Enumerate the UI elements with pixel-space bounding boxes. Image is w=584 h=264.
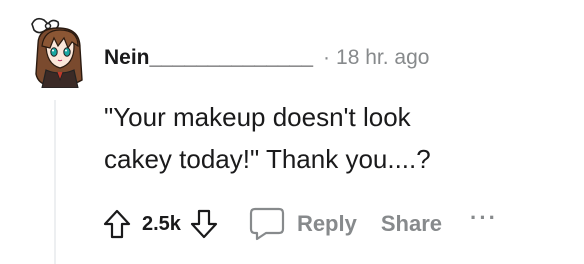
thread-line: [54, 100, 56, 264]
downvote-arrow-icon[interactable]: [187, 207, 221, 241]
reply-label: Reply: [296, 211, 357, 236]
timestamp[interactable]: 18 hr. ago: [336, 46, 429, 70]
meta-separator: ·: [323, 46, 331, 69]
avatar-anime-girl-icon: [31, 17, 83, 89]
comment-actions: 2.5k Reply Share ···: [100, 202, 498, 246]
username-link[interactable]: Nein______________: [104, 46, 313, 70]
reply-button[interactable]: Reply: [247, 204, 357, 244]
speech-bubble-icon: [247, 204, 287, 244]
more-options-button[interactable]: ···: [470, 205, 498, 231]
vote-score: 2.5k: [142, 212, 181, 235]
comment-body: "Your makeup doesn't look cakey today!" …: [104, 102, 431, 174]
comment-meta: Nein______________ · 18 hr. ago: [104, 46, 429, 70]
upvote-arrow-icon[interactable]: [100, 207, 134, 241]
avatar[interactable]: [28, 14, 88, 89]
share-button[interactable]: Share: [381, 211, 442, 237]
